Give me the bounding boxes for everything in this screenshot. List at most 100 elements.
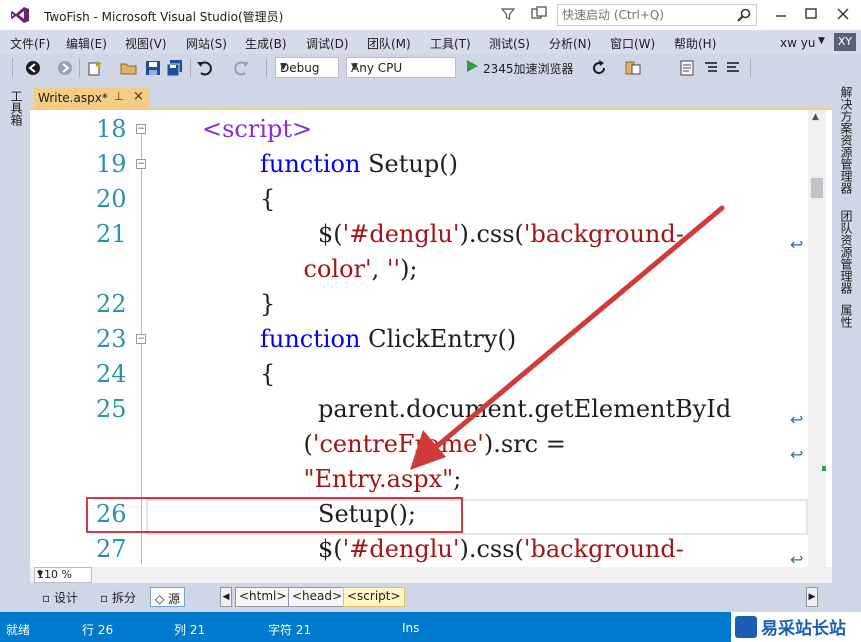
code-line[interactable]: color', ''); bbox=[30, 252, 810, 287]
maximize-icon[interactable] bbox=[800, 4, 822, 24]
code-line[interactable]: 27 $('#denglu').css('background- ↩ bbox=[30, 532, 810, 567]
code-line[interactable]: 21 $('#denglu').css('background- ↩ bbox=[30, 217, 810, 254]
tab-write-aspx[interactable]: Write.aspx* ⊥ × bbox=[34, 88, 150, 110]
chevron-down-icon: ▼ bbox=[37, 569, 44, 578]
toolbox-strip: 工具箱 bbox=[0, 82, 30, 612]
crumb-prev-icon[interactable]: ◀ bbox=[220, 587, 232, 607]
scrollbar-thumb[interactable] bbox=[811, 178, 823, 198]
chevron-down-icon[interactable]: ▼ bbox=[818, 36, 825, 46]
close-icon[interactable] bbox=[832, 4, 854, 24]
source-view-button[interactable]: ◇ 源 bbox=[150, 587, 186, 607]
team-explorer-tab[interactable]: 团队资源管理器 bbox=[838, 210, 855, 294]
notification-icon[interactable] bbox=[530, 6, 548, 22]
breadcrumb-head[interactable]: <head> bbox=[288, 587, 347, 607]
collapse-icon[interactable]: − bbox=[136, 124, 146, 134]
code-text: <script> bbox=[202, 115, 313, 143]
menu-help[interactable]: 帮助(H) bbox=[674, 35, 716, 52]
toolbox-tab[interactable]: 工具箱 bbox=[8, 90, 25, 126]
chevron-down-icon: ▼ bbox=[280, 62, 287, 72]
redo-icon[interactable] bbox=[232, 59, 250, 77]
menu-website[interactable]: 网站(S) bbox=[186, 35, 227, 52]
code-line[interactable]: 20 { bbox=[30, 182, 810, 217]
menu-build[interactable]: 生成(B) bbox=[245, 35, 287, 52]
window-title: TwoFish - Microsoft Visual Studio(管理员) bbox=[44, 10, 284, 24]
menu-file[interactable]: 文件(F) bbox=[10, 35, 50, 52]
menu-test[interactable]: 测试(S) bbox=[489, 35, 530, 52]
avatar[interactable]: XY bbox=[834, 33, 856, 51]
crumb-next-icon[interactable]: ▶ bbox=[806, 587, 818, 607]
minimize-icon[interactable] bbox=[770, 4, 792, 24]
search-icon[interactable] bbox=[736, 7, 752, 23]
close-tab-icon[interactable]: × bbox=[133, 89, 144, 104]
menu-analyze[interactable]: 分析(N) bbox=[549, 35, 591, 52]
open-folder-icon[interactable] bbox=[120, 59, 138, 77]
code-line[interactable]: 25 parent.document.getElementById ↩ bbox=[30, 392, 810, 429]
line-number: 19 bbox=[96, 150, 127, 178]
save-icon[interactable] bbox=[144, 59, 162, 77]
menu-window[interactable]: 窗口(W) bbox=[610, 35, 655, 52]
code-line[interactable]: 23− function ClickEntry() bbox=[30, 322, 810, 357]
view-bar: ▫ 设计 ▫ 拆分 ◇ 源 ◀ <html> <head> <script> ▶ bbox=[30, 583, 832, 612]
indent-icon[interactable] bbox=[724, 59, 742, 77]
menu-edit[interactable]: 编辑(E) bbox=[66, 35, 107, 52]
code-line[interactable]: ('centreFrame').src = ↩ bbox=[30, 427, 810, 464]
code-text: ('centreFrame').src = bbox=[303, 430, 566, 458]
vertical-scrollbar[interactable]: ▲ bbox=[808, 110, 826, 567]
collapse-icon[interactable]: − bbox=[136, 159, 146, 169]
menu-team[interactable]: 团队(M) bbox=[367, 35, 411, 52]
format-icon[interactable] bbox=[702, 59, 720, 77]
browser-link-icon[interactable] bbox=[624, 59, 642, 77]
chevron-down-icon: ▼ bbox=[351, 62, 358, 72]
status-ready: 就绪 bbox=[6, 623, 31, 637]
properties-tab[interactable]: 属性 bbox=[838, 304, 855, 328]
code-text: parent.document.getElementById bbox=[318, 395, 732, 423]
forward-icon[interactable] bbox=[56, 59, 74, 77]
code-line[interactable]: 24 { bbox=[30, 357, 810, 392]
code-line[interactable]: 18− <script> bbox=[30, 112, 810, 147]
menu-tools[interactable]: 工具(T) bbox=[430, 35, 471, 52]
code-line[interactable]: 22} bbox=[30, 287, 810, 322]
right-panel-strip: 解决方案资源管理器 团队资源管理器 属性 bbox=[832, 82, 861, 612]
split-view-button[interactable]: ▫ 拆分 bbox=[96, 587, 140, 607]
run-browser-button[interactable]: 2345加速浏览器 bbox=[483, 60, 574, 77]
feedback-filter-icon[interactable] bbox=[500, 6, 516, 22]
document-icon[interactable] bbox=[678, 59, 696, 77]
highlight-box bbox=[86, 497, 463, 533]
play-icon[interactable] bbox=[465, 59, 479, 73]
back-icon[interactable] bbox=[24, 59, 42, 77]
quick-launch-input[interactable] bbox=[558, 5, 728, 25]
zoom-select[interactable]: 110 % ▼ bbox=[34, 567, 92, 583]
code-line[interactable]: "Entry.aspx"; bbox=[30, 462, 810, 497]
line-number: 18 bbox=[96, 115, 127, 143]
code-text: { bbox=[260, 360, 276, 388]
title-bar: TwoFish - Microsoft Visual Studio(管理员) bbox=[0, 0, 861, 30]
user-name[interactable]: xw yu bbox=[780, 36, 815, 50]
menu-view[interactable]: 视图(V) bbox=[125, 35, 167, 52]
breadcrumb-script[interactable]: <script> bbox=[343, 587, 405, 607]
collapse-icon[interactable]: − bbox=[136, 334, 146, 344]
new-project-icon[interactable] bbox=[86, 59, 104, 77]
scroll-up-icon[interactable]: ▲ bbox=[812, 112, 819, 122]
refresh-icon[interactable] bbox=[590, 59, 608, 77]
status-line: 行 26 bbox=[82, 623, 114, 637]
menu-debug[interactable]: 调试(D) bbox=[306, 35, 349, 52]
watermark-logo-icon bbox=[735, 616, 757, 638]
undo-icon[interactable] bbox=[196, 59, 214, 77]
solution-explorer-tab[interactable]: 解决方案资源管理器 bbox=[838, 86, 855, 194]
code-line[interactable]: 19− function Setup() bbox=[30, 147, 810, 182]
code-text: color', ''); bbox=[303, 255, 418, 283]
save-all-icon[interactable] bbox=[166, 59, 184, 77]
pin-icon[interactable]: ⊥ bbox=[114, 90, 124, 103]
editor-footer bbox=[30, 567, 832, 583]
configuration-select[interactable]: Debug ▼ bbox=[275, 57, 339, 78]
visual-studio-logo-icon bbox=[11, 7, 29, 23]
code-text: } bbox=[260, 290, 276, 318]
standard-toolbar: Debug ▼ Any CPU ▼ bbox=[0, 54, 861, 82]
platform-select[interactable]: Any CPU ▼ bbox=[346, 57, 456, 78]
breadcrumb-html[interactable]: <html> bbox=[235, 587, 291, 607]
toolbar-grip[interactable] bbox=[12, 59, 16, 77]
code-text: $('#denglu').css('background- bbox=[318, 220, 684, 248]
line-number: 24 bbox=[96, 360, 127, 388]
design-view-button[interactable]: ▫ 设计 bbox=[38, 587, 82, 607]
quick-launch-box[interactable] bbox=[557, 4, 757, 26]
